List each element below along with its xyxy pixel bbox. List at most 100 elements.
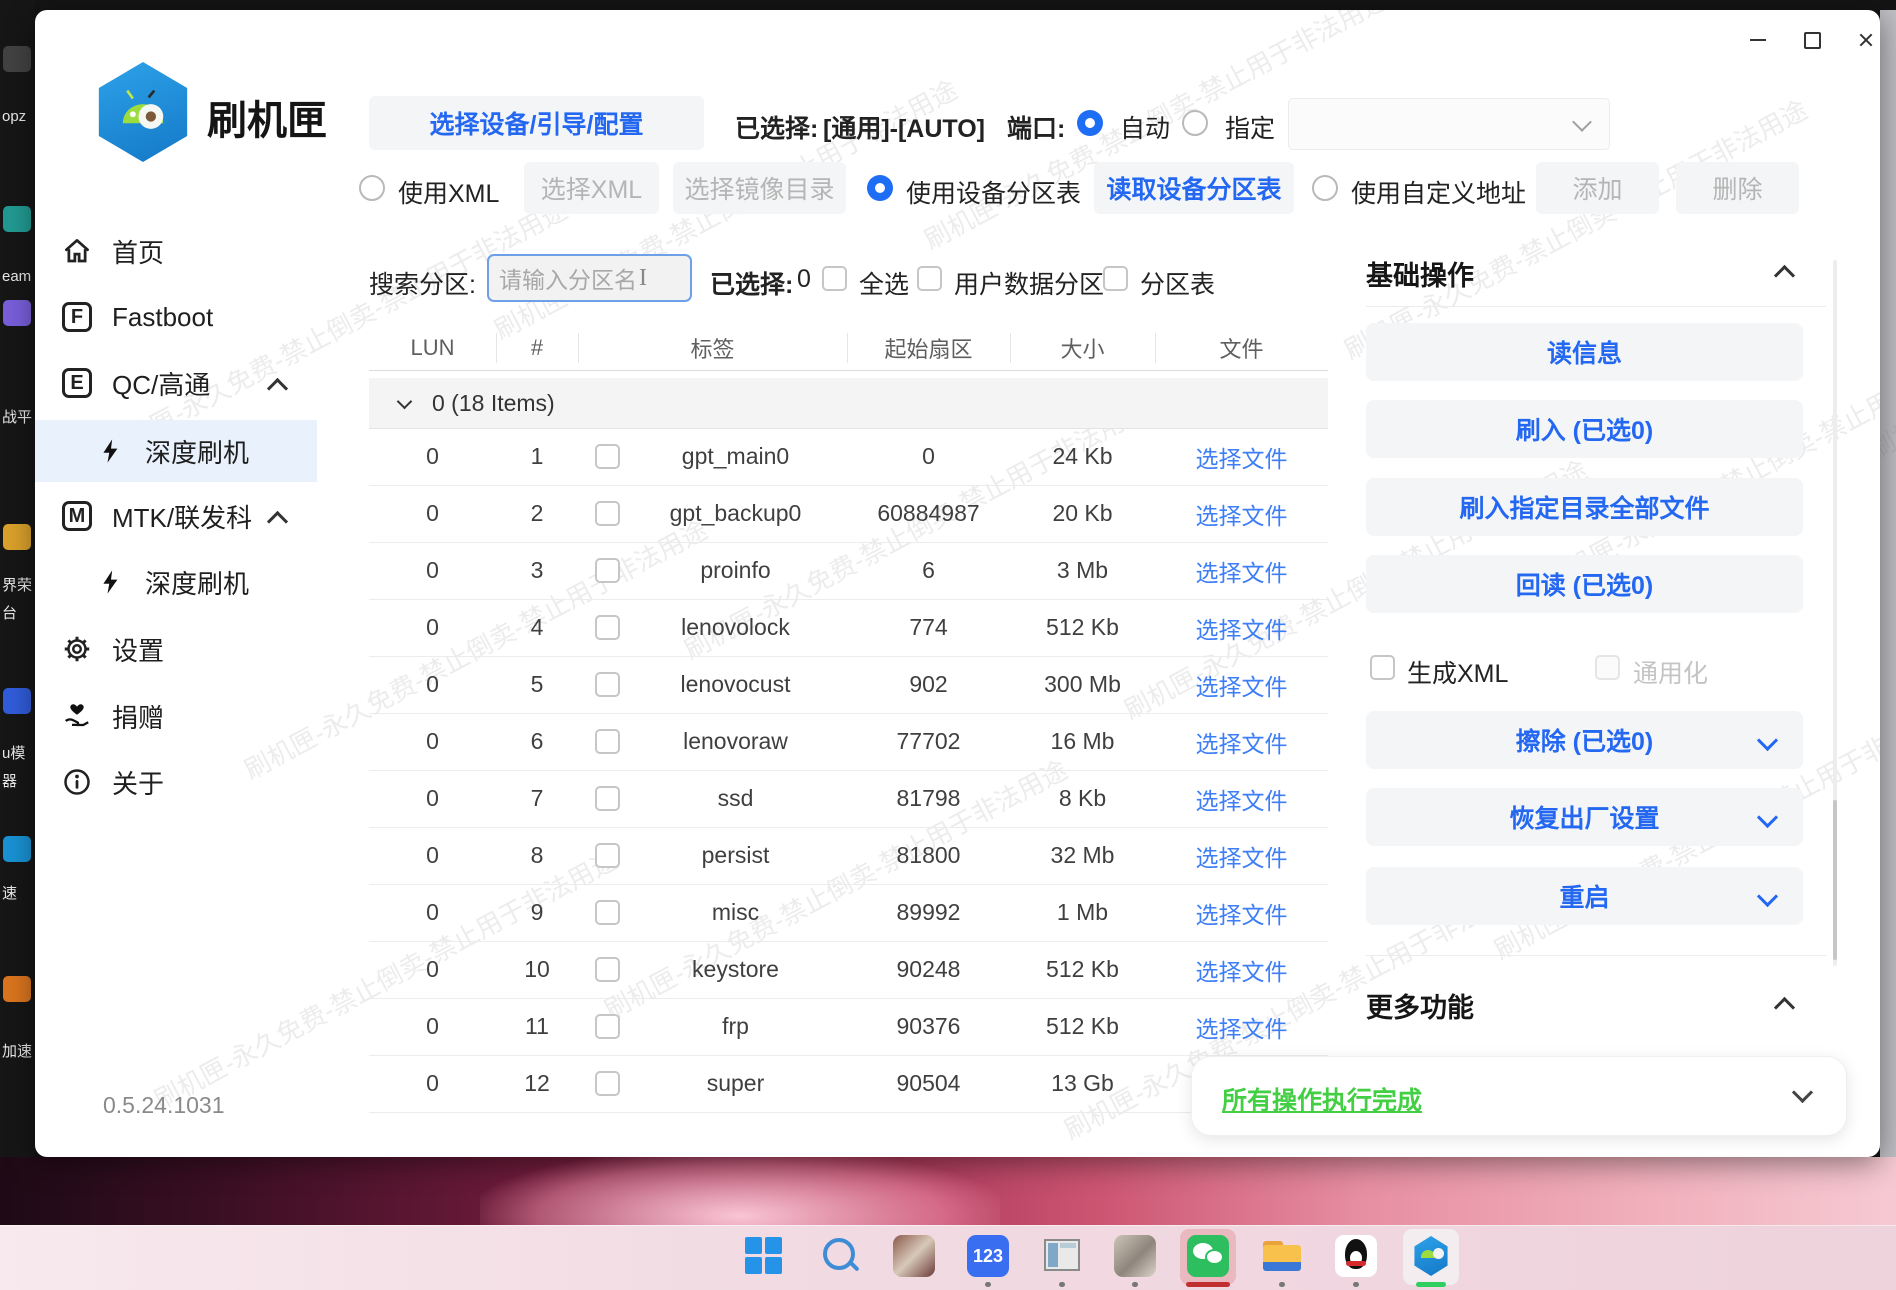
delete-button[interactable]: 删除	[1676, 162, 1799, 214]
choose-file-link[interactable]: 选择文件	[1155, 884, 1328, 941]
sidebar-item-about[interactable]: 关于	[35, 754, 317, 810]
row-checkbox[interactable]	[595, 501, 620, 526]
desktop-icon[interactable]	[3, 836, 31, 862]
choose-file-link[interactable]: 选择文件	[1155, 599, 1328, 656]
choose-file-link[interactable]: 选择文件	[1155, 428, 1328, 485]
add-button[interactable]: 添加	[1536, 162, 1659, 214]
generate-xml-checkbox[interactable]	[1370, 655, 1395, 680]
taskbar-start-button[interactable]	[743, 1235, 785, 1277]
row-checkbox[interactable]	[595, 444, 620, 469]
chevron-up-icon[interactable]	[1774, 265, 1795, 286]
select-device-button[interactable]: 选择设备/引导/配置	[369, 96, 704, 150]
desktop-icon[interactable]	[3, 976, 31, 1002]
row-checkbox[interactable]	[595, 786, 620, 811]
port-select-dropdown[interactable]	[1288, 98, 1610, 150]
row-checkbox[interactable]	[595, 615, 620, 640]
taskbar-game-icon[interactable]	[893, 1235, 935, 1277]
flash-directory-button[interactable]: 刷入指定目录全部文件	[1366, 478, 1803, 536]
minimize-button[interactable]	[1738, 24, 1778, 56]
select-all-checkbox[interactable]	[822, 266, 847, 291]
choose-file-link[interactable]: 选择文件	[1155, 998, 1328, 1055]
sidebar-item-fastboot[interactable]: F Fastboot	[35, 289, 317, 345]
scrollbar-thumb[interactable]	[1833, 800, 1837, 960]
choose-file-link[interactable]: 选择文件	[1155, 827, 1328, 884]
desktop-icon[interactable]	[3, 206, 31, 232]
port-manual-radio[interactable]	[1182, 110, 1208, 136]
screen: opz eam 战平 界荣 台 u模 器 速 加速 刷机匣-永久免费-禁止倒卖-…	[0, 0, 1896, 1290]
taskbar-avatar-icon[interactable]	[1114, 1235, 1156, 1277]
chevron-up-icon[interactable]	[1774, 997, 1795, 1018]
chevron-down-icon	[1792, 1082, 1813, 1103]
reboot-button[interactable]: 重启	[1366, 867, 1803, 925]
cell-lun: 0	[369, 827, 496, 884]
taskbar-search-button[interactable]	[819, 1235, 861, 1277]
row-checkbox[interactable]	[595, 900, 620, 925]
sidebar-item-qualcomm[interactable]: E QC/高通	[35, 355, 317, 411]
select-xml-button[interactable]: 选择XML	[524, 162, 659, 214]
sidebar-item-deep-flash-qc[interactable]: 深度刷机	[35, 420, 317, 482]
use-custom-address-radio[interactable]	[1312, 175, 1338, 201]
sidebar-item-home[interactable]: 首页	[35, 223, 317, 279]
taskbar-qq-icon[interactable]	[1335, 1235, 1377, 1277]
row-checkbox[interactable]	[595, 672, 620, 697]
sidebar-item-deep-flash-mtk[interactable]: 深度刷机	[35, 554, 317, 610]
read-device-table-button[interactable]: 读取设备分区表	[1094, 162, 1294, 214]
lun-group-row[interactable]: 0 (18 Items)	[369, 378, 1328, 429]
desktop-icon[interactable]	[3, 524, 31, 550]
row-checkbox[interactable]	[595, 957, 620, 982]
choose-file-link[interactable]: 选择文件	[1155, 713, 1328, 770]
universalize-label: 通用化	[1633, 654, 1708, 690]
column-header-start-sector[interactable]: 起始扇区	[847, 325, 1010, 370]
use-device-table-radio[interactable]	[867, 175, 893, 201]
row-checkbox[interactable]	[595, 558, 620, 583]
column-header-lun[interactable]: LUN	[369, 325, 496, 370]
desktop-icon[interactable]	[3, 300, 31, 326]
status-card[interactable]: 所有操作执行完成	[1191, 1056, 1847, 1136]
taskbar-system-window-icon[interactable]	[1041, 1235, 1083, 1277]
port-auto-radio[interactable]	[1077, 110, 1103, 136]
cell-num: 5	[496, 656, 578, 713]
taskbar-explorer-icon[interactable]	[1261, 1235, 1303, 1277]
factory-reset-button[interactable]: 恢复出厂设置	[1366, 788, 1803, 846]
partition-table-checkbox[interactable]	[1103, 266, 1128, 291]
search-input[interactable]: 请输入分区名 I	[487, 254, 692, 302]
taskbar-calculator-icon[interactable]: 123	[967, 1235, 1009, 1277]
row-checkbox[interactable]	[595, 843, 620, 868]
userdata-partition-checkbox[interactable]	[917, 266, 942, 291]
choose-file-link[interactable]: 选择文件	[1155, 941, 1328, 998]
cell-size: 300 Mb	[1010, 656, 1155, 713]
read-info-button[interactable]: 读信息	[1366, 323, 1803, 381]
flash-button[interactable]: 刷入 (已选0)	[1366, 400, 1803, 458]
column-header-label[interactable]: 标签	[578, 325, 847, 370]
choose-file-link[interactable]: 选择文件	[1155, 656, 1328, 713]
desktop-icon[interactable]	[3, 46, 31, 72]
cell-num: 6	[496, 713, 578, 770]
table-row: 0 7 ssd 81798 8 Kb 选择文件	[369, 770, 1328, 828]
use-xml-radio[interactable]	[359, 175, 385, 201]
sidebar-item-donate[interactable]: 捐赠	[35, 688, 317, 744]
sidebar-item-settings[interactable]: 设置	[35, 621, 317, 677]
close-button[interactable]	[1846, 24, 1880, 56]
cell-num: 9	[496, 884, 578, 941]
erase-button[interactable]: 擦除 (已选0)	[1366, 711, 1803, 769]
sidebar-item-label: 设置	[112, 631, 164, 668]
desktop-icon[interactable]	[3, 688, 31, 714]
choose-file-link[interactable]: 选择文件	[1155, 542, 1328, 599]
cell-num: 10	[496, 941, 578, 998]
column-header-size[interactable]: 大小	[1010, 325, 1155, 370]
column-header-num[interactable]: #	[496, 325, 578, 370]
row-checkbox[interactable]	[595, 1014, 620, 1039]
readback-button[interactable]: 回读 (已选0)	[1366, 555, 1803, 613]
search-partition-label: 搜索分区:	[369, 265, 476, 301]
select-image-dir-button[interactable]: 选择镜像目录	[673, 162, 846, 214]
taskbar-shuajixia-icon[interactable]	[1410, 1235, 1452, 1277]
universalize-checkbox[interactable]	[1595, 655, 1620, 680]
choose-file-link[interactable]: 选择文件	[1155, 770, 1328, 827]
taskbar-wechat-icon[interactable]	[1187, 1235, 1229, 1277]
choose-file-link[interactable]: 选择文件	[1155, 485, 1328, 542]
sidebar-item-mtk[interactable]: M MTK/联发科	[35, 488, 317, 544]
column-header-file[interactable]: 文件	[1155, 325, 1328, 370]
maximize-button[interactable]	[1792, 24, 1832, 56]
row-checkbox[interactable]	[595, 729, 620, 754]
row-checkbox[interactable]	[595, 1071, 620, 1096]
